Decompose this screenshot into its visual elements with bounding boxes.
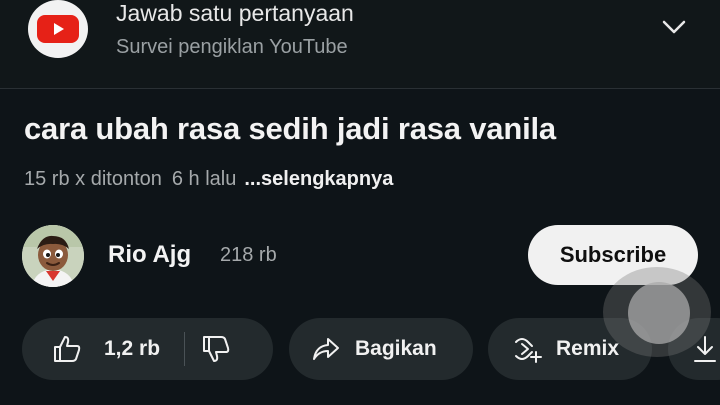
- thumbs-down-icon: [201, 334, 231, 364]
- like-count: 1,2 rb: [104, 337, 161, 360]
- remix-icon: [512, 334, 544, 364]
- like-dislike-group: 1,2 rb: [22, 318, 273, 380]
- divider: [184, 332, 186, 366]
- like-button[interactable]: 1,2 rb: [52, 334, 160, 364]
- channel-name[interactable]: Rio Ajg: [108, 241, 191, 269]
- touch-indicator-dot: [628, 282, 690, 344]
- dislike-button[interactable]: [201, 334, 231, 364]
- divider: [0, 88, 720, 89]
- share-button[interactable]: Bagikan: [289, 318, 473, 380]
- upload-age: 6 h lalu: [171, 168, 237, 190]
- share-arrow-icon: [311, 335, 341, 363]
- chevron-down-icon[interactable]: [658, 14, 690, 38]
- survey-subtitle: Survei pengiklan YouTube: [116, 36, 348, 58]
- subscriber-count: 218 rb: [220, 244, 277, 266]
- survey-title: Jawab satu pertanyaan: [116, 0, 354, 26]
- thumbs-up-icon: [52, 334, 82, 364]
- avatar[interactable]: [22, 225, 84, 287]
- share-label: Bagikan: [355, 337, 437, 360]
- video-title[interactable]: cara ubah rasa sedih jadi rasa vanila: [24, 111, 556, 147]
- view-count: 15 rb x ditonton: [24, 168, 162, 190]
- survey-banner[interactable]: Jawab satu pertanyaan Survei pengiklan Y…: [0, 0, 720, 88]
- remix-label: Remix: [556, 337, 620, 360]
- show-more-link[interactable]: ...selengkapnya: [244, 168, 393, 190]
- youtube-logo-icon: [28, 0, 88, 58]
- video-meta[interactable]: 15 rb x ditonton 6 h lalu ...selengkapnya: [24, 168, 393, 191]
